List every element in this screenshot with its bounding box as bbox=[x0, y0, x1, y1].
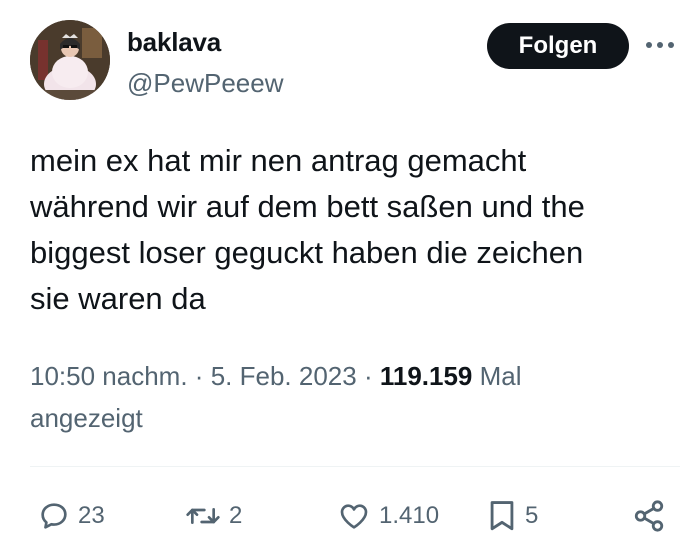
reply-count: 23 bbox=[78, 502, 105, 529]
share-icon bbox=[634, 500, 664, 532]
bookmark-count: 5 bbox=[525, 502, 539, 529]
retweet-button[interactable]: 2 bbox=[185, 496, 242, 536]
views-label: Mal bbox=[479, 361, 522, 391]
divider bbox=[30, 466, 680, 467]
tweet-meta: 10:50 nachm. · 5. Feb. 2023 · 119.159 Ma… bbox=[30, 355, 630, 439]
views-label-2: angezeigt bbox=[30, 403, 143, 433]
heart-icon bbox=[340, 504, 368, 529]
tweet-date[interactable]: 5. Feb. 2023 bbox=[211, 361, 357, 391]
meta-separator: · bbox=[363, 361, 373, 391]
tweet-time[interactable]: 10:50 nachm. bbox=[30, 361, 188, 391]
tweet-card: baklava @PewPeeew Folgen mein ex hat mir… bbox=[0, 0, 700, 558]
like-button[interactable]: 1.410 bbox=[337, 496, 439, 536]
views-count: 119.159 bbox=[379, 361, 473, 391]
avatar[interactable] bbox=[30, 20, 110, 100]
display-name[interactable]: baklava bbox=[127, 27, 221, 58]
retweet-count: 2 bbox=[229, 502, 243, 529]
bookmark-icon bbox=[490, 501, 514, 531]
share-button[interactable] bbox=[632, 496, 666, 536]
tweet-text: mein ex hat mir nen antrag gemacht währe… bbox=[30, 143, 585, 316]
meta-separator: · bbox=[194, 361, 204, 391]
reply-button[interactable]: 23 bbox=[38, 496, 105, 536]
like-count: 1.410 bbox=[379, 502, 440, 529]
more-dots-icon bbox=[646, 42, 674, 48]
retweet-icon bbox=[186, 508, 220, 524]
reply-icon bbox=[41, 503, 67, 529]
profile-photo-icon bbox=[30, 20, 110, 100]
more-options-button[interactable] bbox=[640, 30, 680, 60]
user-handle[interactable]: @PewPeeew bbox=[127, 68, 283, 99]
bookmark-button[interactable]: 5 bbox=[487, 496, 538, 536]
follow-button[interactable]: Folgen bbox=[487, 23, 629, 69]
